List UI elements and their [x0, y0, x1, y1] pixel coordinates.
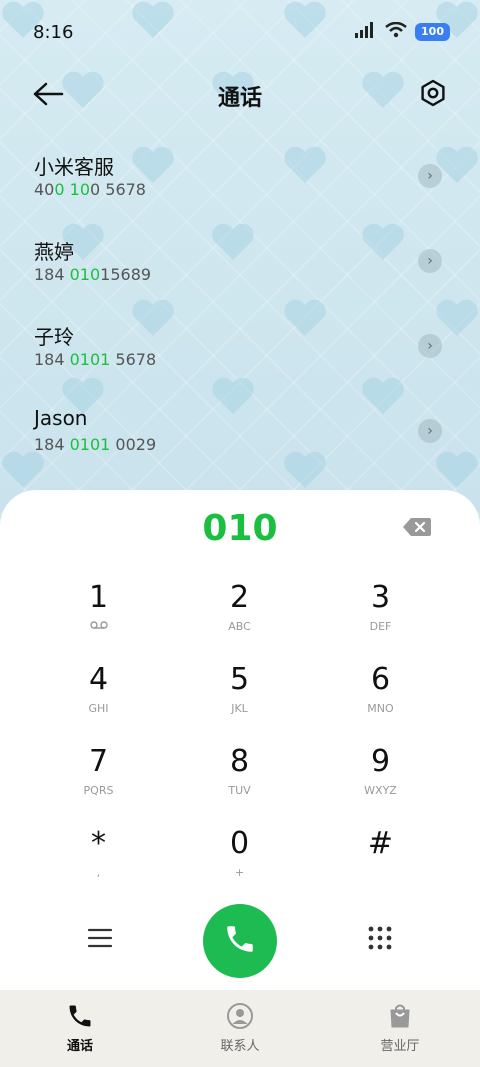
signal-icon: [355, 22, 377, 42]
store-bag-icon: [386, 1002, 414, 1030]
dialer-panel: 010 1 2 ABC 3 DEF 4 GHI 5 JKL 6 MNO 7 PQ…: [0, 490, 480, 990]
bottom-nav: 通话 联系人 营业厅: [0, 990, 480, 1067]
contact-number: 184 0101 5678: [34, 350, 157, 369]
contact-number: 184 01015689: [34, 265, 152, 284]
key-3[interactable]: 3 DEF: [310, 580, 451, 662]
key-8[interactable]: 8 TUV: [169, 744, 310, 826]
dialer-actions: [0, 902, 480, 982]
contact-suggestions-list: 小米客服 400 100 5678 › 燕婷 184 01015689 › 子玲…: [0, 138, 480, 478]
contact-name: 子玲: [34, 325, 74, 349]
status-icons: 100: [355, 21, 450, 42]
contact-item[interactable]: 子玲 184 0101 5678 ›: [0, 308, 480, 393]
backspace-icon[interactable]: [402, 516, 432, 538]
phone-icon: [223, 922, 257, 960]
wifi-icon: [385, 21, 407, 42]
keypad-grid-icon[interactable]: [366, 924, 394, 952]
chevron-right-icon[interactable]: ›: [418, 249, 442, 273]
chevron-right-icon[interactable]: ›: [418, 334, 442, 358]
key-7[interactable]: 7 PQRS: [28, 744, 169, 826]
chevron-right-icon[interactable]: ›: [418, 419, 442, 443]
nav-label: 联系人: [220, 1039, 260, 1054]
voicemail-icon: [89, 620, 108, 634]
key-6[interactable]: 6 MNO: [310, 662, 451, 744]
key-1[interactable]: 1: [28, 580, 169, 662]
key-5[interactable]: 5 JKL: [169, 662, 310, 744]
settings-gear-icon[interactable]: [418, 78, 448, 108]
nav-label: 营业厅: [380, 1039, 420, 1054]
contact-name: Jason: [34, 406, 88, 430]
keypad: 1 2 ABC 3 DEF 4 GHI 5 JKL 6 MNO 7 PQRS 8: [28, 580, 452, 908]
nav-item-calls[interactable]: 通话: [0, 990, 160, 1067]
nav-item-store[interactable]: 营业厅: [320, 990, 480, 1067]
nav-label: 通话: [66, 1039, 93, 1054]
contact-number: 184 0101 0029: [34, 435, 157, 454]
phone-icon: [66, 1002, 94, 1030]
page-title: 通话: [217, 86, 262, 111]
key-4[interactable]: 4 GHI: [28, 662, 169, 744]
contacts-icon: [226, 1002, 254, 1030]
key-9[interactable]: 9 WXYZ: [310, 744, 451, 826]
header: 通话: [0, 70, 480, 120]
menu-icon[interactable]: [86, 924, 114, 952]
key-hash[interactable]: #: [310, 826, 451, 908]
contact-item[interactable]: Jason 184 0101 0029 ›: [0, 393, 480, 478]
battery-indicator: 100: [415, 23, 450, 41]
contact-item[interactable]: 小米客服 400 100 5678 ›: [0, 138, 480, 223]
contact-item[interactable]: 燕婷 184 01015689 ›: [0, 223, 480, 308]
key-2[interactable]: 2 ABC: [169, 580, 310, 662]
chevron-right-icon[interactable]: ›: [418, 164, 442, 188]
contact-name: 小米客服: [34, 155, 114, 179]
key-0[interactable]: 0 +: [169, 826, 310, 908]
key-star[interactable]: * ,: [28, 826, 169, 908]
contact-number: 400 100 5678: [34, 180, 146, 199]
nav-item-contacts[interactable]: 联系人: [160, 990, 320, 1067]
contact-name: 燕婷: [34, 240, 74, 264]
call-button[interactable]: [203, 904, 277, 978]
status-bar: 8:16 100: [0, 0, 480, 60]
status-time: 8:16: [33, 22, 74, 43]
